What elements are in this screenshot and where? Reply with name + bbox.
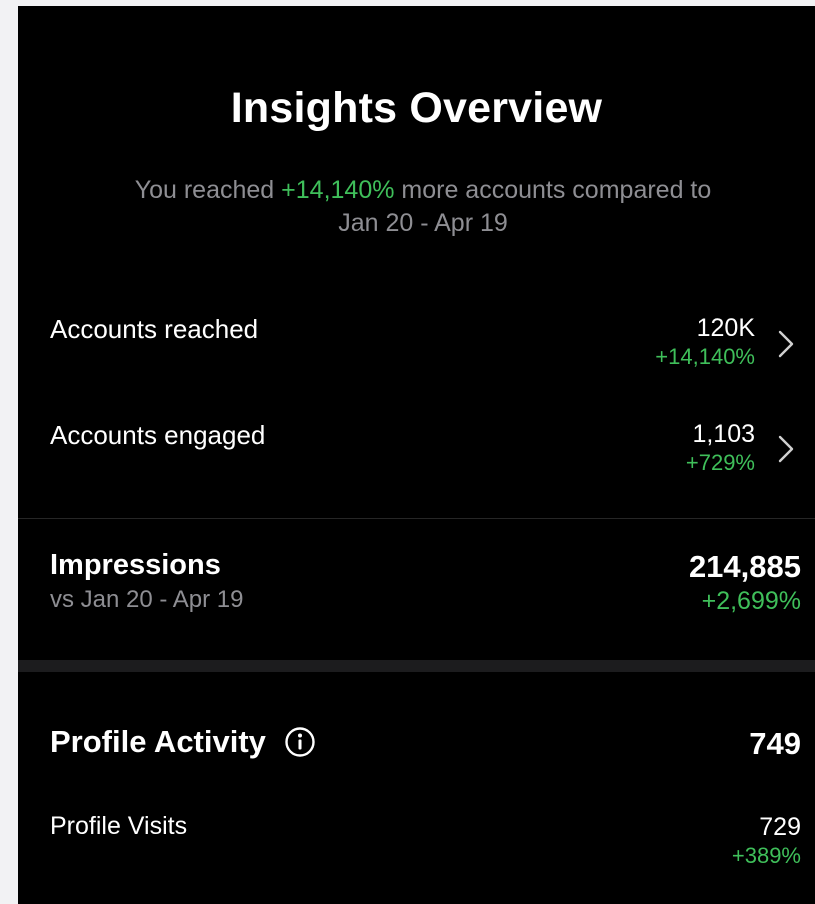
metric-values: 120K +14,140% xyxy=(655,313,755,371)
metric-value: 1,103 xyxy=(692,420,755,448)
metric-values: 1,103 +729% xyxy=(686,419,755,477)
page-title: Insights Overview xyxy=(230,84,603,132)
profile-visits-values: 729 +389% xyxy=(732,812,801,870)
impressions-value: 214,885 xyxy=(688,549,801,584)
section-separator xyxy=(18,660,815,672)
profile-visits-label: Profile Visits xyxy=(50,812,188,840)
summary-highlight: +14,140% xyxy=(281,176,395,204)
reach-summary: You reached +14,140% more accounts compa… xyxy=(78,174,768,240)
metric-label: Accounts reached xyxy=(50,314,259,344)
insights-screen: Insights Overview You reached +14,140% m… xyxy=(18,6,815,904)
profile-activity-header: Profile Activity xyxy=(50,724,316,760)
summary-prefix: You reached xyxy=(134,176,282,204)
summary-suffix: more accounts compared to xyxy=(394,176,712,204)
section-divider xyxy=(18,518,815,519)
chevron-right-icon[interactable] xyxy=(775,434,797,464)
chevron-right-icon[interactable] xyxy=(775,329,797,359)
profile-activity-value: 749 xyxy=(749,726,801,761)
profile-activity-label: Profile Activity xyxy=(50,724,266,759)
summary-date-range: Jan 20 - Apr 19 xyxy=(338,209,508,237)
metric-change: +729% xyxy=(685,450,755,475)
metric-label: Accounts engaged xyxy=(50,420,266,450)
profile-visits-value: 729 xyxy=(759,813,801,841)
info-icon[interactable] xyxy=(284,726,316,758)
metric-value: 120K xyxy=(696,314,755,342)
profile-visits-change: +389% xyxy=(731,843,801,868)
impressions-change: +2,699% xyxy=(701,587,801,615)
metric-change: +14,140% xyxy=(655,344,755,369)
impressions-comparison: vs Jan 20 - Apr 19 xyxy=(50,586,244,613)
impressions-label: Impressions xyxy=(50,549,221,581)
